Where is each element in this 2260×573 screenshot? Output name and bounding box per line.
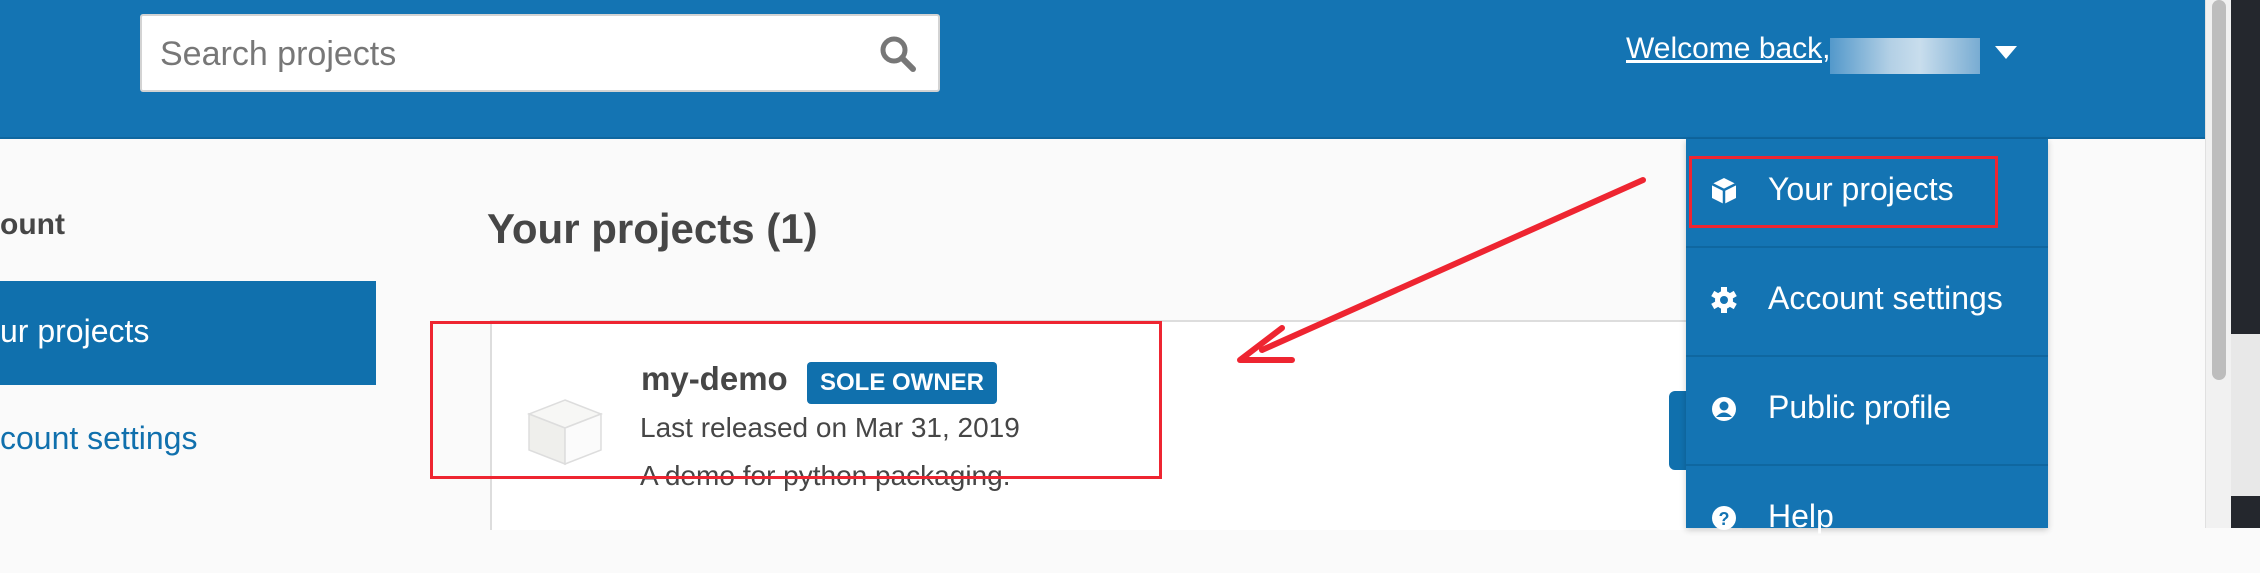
search-icon[interactable] bbox=[878, 34, 918, 74]
menu-item-account-settings[interactable]: Account settings bbox=[1686, 248, 2048, 357]
user-menu-toggle[interactable]: Welcome back, bbox=[1626, 32, 1831, 66]
gear-icon bbox=[1711, 287, 1737, 313]
sidebar-heading: ount bbox=[0, 208, 65, 241]
svg-text:?: ? bbox=[1719, 509, 1730, 529]
scrollbar-thumb[interactable] bbox=[2212, 0, 2226, 380]
menu-item-label: Help bbox=[1768, 498, 1834, 534]
sidebar-item-account-settings[interactable]: count settings bbox=[0, 420, 197, 457]
sidebar-item-label: ur projects bbox=[0, 313, 150, 349]
search-box[interactable] bbox=[140, 14, 940, 92]
sidebar-item-your-projects[interactable]: ur projects bbox=[0, 281, 376, 385]
highlight-box-menu bbox=[1689, 156, 1998, 228]
search-input[interactable] bbox=[158, 16, 862, 92]
caret-down-icon[interactable] bbox=[1995, 46, 2017, 59]
menu-item-label: Public profile bbox=[1768, 389, 1952, 425]
menu-item-label: Account settings bbox=[1768, 280, 2003, 316]
menu-item-public-profile[interactable]: Public profile bbox=[1686, 357, 2048, 466]
redacted-username bbox=[1830, 38, 1980, 74]
menu-item-help[interactable]: ? Help bbox=[1686, 466, 2048, 573]
window-edge-panel bbox=[2231, 334, 2260, 496]
page-title: Your projects (1) bbox=[487, 205, 818, 252]
highlight-box-project bbox=[430, 321, 1162, 479]
user-circle-icon bbox=[1712, 397, 1736, 421]
